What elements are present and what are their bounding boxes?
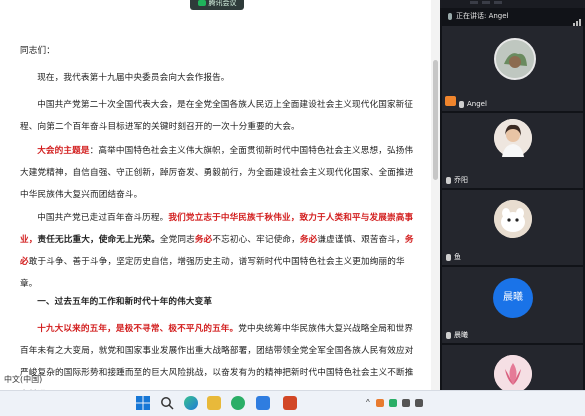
app-tray-icon[interactable] <box>375 398 384 407</box>
theme-label: 大会的主题是 <box>37 146 90 156</box>
avatar <box>494 38 536 80</box>
signal-icon <box>572 8 581 26</box>
mic-icon <box>446 253 451 261</box>
file-explorer-icon[interactable] <box>207 396 221 410</box>
participant-name: 鱼 <box>446 252 461 262</box>
mic-icon <box>448 12 452 20</box>
participant-tile-angel[interactable]: Angel <box>442 26 583 111</box>
scrollbar-track[interactable] <box>431 0 440 390</box>
panel-topbar <box>440 0 585 8</box>
windows-start-icon[interactable] <box>136 396 150 410</box>
participant-name: 乔阳 <box>446 175 468 185</box>
avatar <box>494 355 532 390</box>
mic-icon <box>446 331 451 339</box>
host-icon <box>445 96 456 106</box>
powerpoint-icon[interactable] <box>283 396 297 410</box>
network-icon[interactable] <box>401 398 410 407</box>
participant-tile-qiaoyang[interactable]: 乔阳 <box>442 113 583 188</box>
participant-tile-yu[interactable]: 鱼 <box>442 190 583 265</box>
greeting: 同志们： <box>20 46 55 56</box>
volume-icon[interactable] <box>414 398 423 407</box>
edge-icon[interactable] <box>184 396 198 410</box>
search-icon[interactable] <box>160 396 174 410</box>
system-tray: ^ <box>366 398 428 407</box>
meeting-badge[interactable]: 腾讯会议 <box>190 0 244 10</box>
mic-icon <box>446 176 451 184</box>
document-status-bar: 中文(中国) <box>4 375 43 384</box>
paragraph-4: 中国共产党已走过百年奋斗历程。我们党立志于中华民族千秋伟业，致力于人类和平与发展… <box>20 213 414 289</box>
section-heading: 一、过去五年的工作和新时代十年的伟大变革 <box>37 297 213 307</box>
taskbar: ^ <box>0 390 585 416</box>
avatar <box>494 200 532 238</box>
participant-name: 晨曦 <box>446 330 468 340</box>
document-view: 腾讯会议 同志们： 现在，我代表第十九届中央委员会向大会作报告。 中国共产党第二… <box>0 0 440 390</box>
participant-name: Angel <box>459 100 487 108</box>
paragraph-2: 中国共产党第二十次全国代表大会，是在全党全国各族人民迈上全面建设社会主义现代化国… <box>20 100 414 132</box>
mic-icon <box>459 100 464 108</box>
tencent-meeting-icon[interactable] <box>256 396 270 410</box>
paragraph-1: 现在，我代表第十九届中央委员会向大会作报告。 <box>37 73 230 83</box>
tencent-meeting-icon <box>197 0 206 7</box>
scrollbar-thumb[interactable] <box>433 60 438 180</box>
avatar <box>494 119 532 157</box>
participant-panel: 正在讲话: Angel Angel 乔阳 鱼 晨曦 晨曦 <box>440 0 585 390</box>
wechat-icon[interactable] <box>231 396 245 410</box>
paragraph-3: 大会的主题是：高举中国特色社会主义伟大旗帜，全面贯彻新时代中国特色社会主义思想，… <box>20 146 414 200</box>
avatar: 晨曦 <box>493 278 533 318</box>
tray-expand-icon[interactable]: ^ <box>366 398 370 407</box>
participant-tile-chenxi[interactable]: 晨曦 晨曦 <box>442 267 583 343</box>
speaking-indicator: 正在讲话: Angel <box>448 11 509 21</box>
wechat-tray-icon[interactable] <box>388 398 397 407</box>
participant-tile-5[interactable] <box>442 345 583 390</box>
